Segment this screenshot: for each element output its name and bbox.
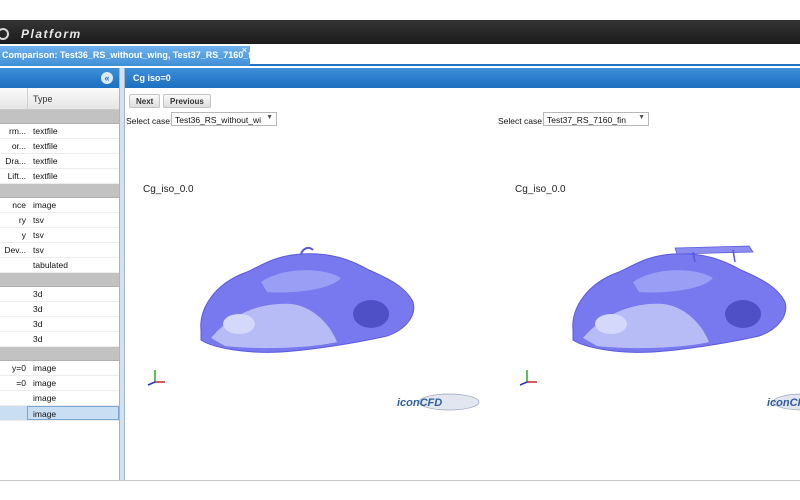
item-name: Dra... [5,156,26,166]
item-type: textfile [33,141,58,151]
axis-triad-icon [147,370,165,386]
list-item[interactable]: y tsv [0,228,119,243]
select-case-label: Select case: [498,116,545,126]
column-type-header[interactable]: Type [33,94,53,104]
item-name: or... [11,141,26,151]
brand-text: iconCFD [397,397,442,409]
item-type: tsv [33,215,44,225]
case-select-value: Test36_RS_without_wi [175,115,261,125]
list-item[interactable]: Dev... tsv [0,243,119,258]
list-item[interactable]: tabulated [0,258,119,273]
case-select-value: Test37_RS_7160_fin [547,115,626,125]
app-logo: Platform [0,24,82,44]
item-name: rm... [9,126,26,136]
collapse-left-icon[interactable]: « [101,72,113,84]
next-button[interactable]: Next [129,94,161,108]
list-item[interactable]: 3d [0,302,119,317]
car-isosurface-right[interactable] [563,244,789,356]
panel-header: « [0,68,119,88]
viewport-title-right: Cg_iso_0.0 [515,184,566,195]
chevron-down-icon: ▼ [638,114,645,121]
item-type: 3d [33,304,43,314]
list-item[interactable]: image [0,391,119,406]
tab-comparison[interactable]: Comparison: Test36_RS_without_wing, Test… [0,46,250,66]
item-name: y [21,230,26,240]
list-item[interactable]: nce image [0,198,119,213]
tab-strip: Comparison: Test36_RS_without_wing, Test… [0,44,800,66]
chevron-down-icon: ▼ [266,114,273,121]
brand-text: iconCFD [767,397,800,409]
status-bar [0,480,800,500]
item-type: tsv [33,245,44,255]
item-type: tsv [33,230,44,240]
group-header[interactable] [0,273,119,287]
app-header-bar: Platform [0,0,800,44]
list-item-selected[interactable]: image [0,406,119,421]
item-type: image [33,378,57,388]
list-item[interactable]: rm... textfile [0,124,119,139]
list-item[interactable]: 3d [0,287,119,302]
item-type: image [33,363,57,373]
tab-label: Comparison: Test36_RS_without_wing, Test… [2,50,250,60]
item-name: Dev... [4,245,26,255]
list-item[interactable]: 3d [0,317,119,332]
item-type: image [33,200,57,210]
logo-icon [0,28,9,40]
item-name: nce [12,200,26,210]
column-header: Type [0,88,119,110]
item-type: textfile [33,171,58,181]
list-item[interactable]: or... textfile [0,139,119,154]
car-isosurface-left[interactable] [191,244,417,356]
item-name: y=0 [12,363,26,373]
app-title: Platform [21,27,82,41]
list-item[interactable]: 3d [0,332,119,347]
item-type: 3d [33,334,43,344]
axis-triad-icon [519,370,537,386]
list-item[interactable]: Lift... textfile [0,169,119,184]
item-type: image [33,393,57,403]
group-header[interactable] [0,110,119,124]
window-top [0,0,800,20]
file-list-panel: « Type rm... textfile or... textfile Dra..… [0,68,120,480]
close-icon[interactable]: × [242,46,247,55]
previous-button[interactable]: Previous [163,94,211,108]
group-header[interactable] [0,184,119,198]
item-type: tabulated [33,260,68,270]
list-item[interactable]: ry tsv [0,213,119,228]
select-case-label: Select case: [126,116,173,126]
brand-logo-right: iconCFD [767,393,800,411]
list-item[interactable]: Dra... textfile [0,154,119,169]
group-header[interactable] [0,347,119,361]
item-name: ry [18,215,26,225]
item-type: textfile [33,156,58,166]
item-name: Lift... [7,171,26,181]
list-item[interactable]: =0 image [0,376,119,391]
case-select-right[interactable]: Test37_RS_7160_fin ▼ [543,112,649,126]
item-type: textfile [33,126,58,136]
viewport-title-left: Cg_iso_0.0 [143,184,194,195]
item-type: image [27,406,119,420]
comparison-panel: Cg iso=0 Next Previous Select case: Test… [124,68,800,480]
item-name: =0 [16,378,26,388]
column-name-header[interactable] [0,88,28,110]
case-select-left[interactable]: Test36_RS_without_wi ▼ [171,112,277,126]
list-item[interactable]: y=0 image [0,361,119,376]
comparison-header: Cg iso=0 [125,68,800,88]
item-type: 3d [33,289,43,299]
brand-logo-left: iconCFD [397,393,480,411]
item-type: 3d [33,319,43,329]
